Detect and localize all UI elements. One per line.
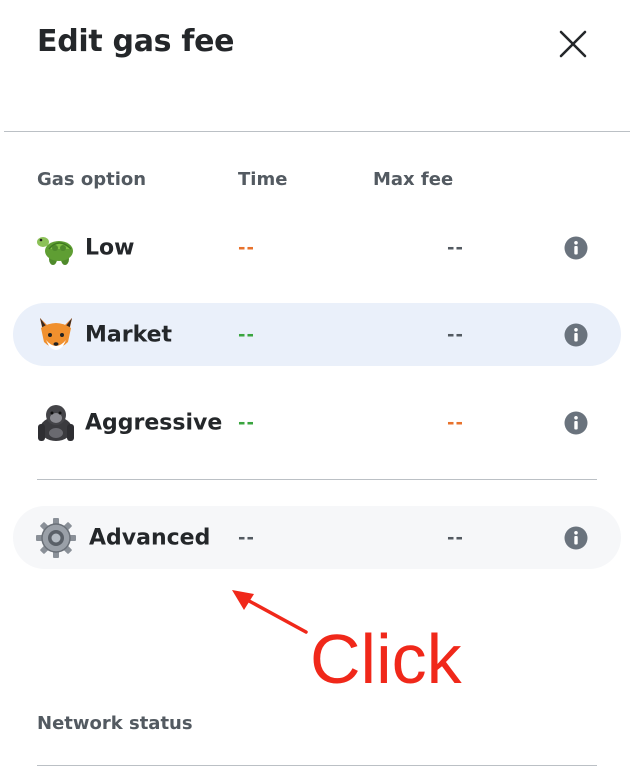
- gas-option-max-fee: --: [447, 412, 464, 433]
- annotation-click-text: Click: [310, 620, 462, 698]
- gas-option-max-fee: --: [447, 527, 464, 548]
- annotation-arrow-icon: [232, 590, 308, 634]
- gas-option-market[interactable]: Market -- --: [13, 303, 621, 366]
- close-icon[interactable]: [556, 27, 590, 61]
- gas-option-name: Low: [85, 235, 135, 260]
- gas-option-name: Advanced: [89, 525, 211, 550]
- gas-option-low[interactable]: Low -- --: [13, 216, 621, 279]
- header-divider: [4, 131, 630, 132]
- fox-icon: [35, 314, 77, 356]
- turtle-icon: [35, 227, 77, 269]
- gorilla-icon: [35, 402, 77, 444]
- gas-option-time: --: [238, 237, 255, 258]
- column-header-gas-option: Gas option: [37, 169, 147, 190]
- info-icon[interactable]: [564, 411, 588, 435]
- gas-option-max-fee: --: [447, 237, 464, 258]
- gas-option-name: Market: [85, 322, 173, 347]
- info-icon[interactable]: [564, 526, 588, 550]
- gear-icon: [35, 517, 77, 559]
- gas-option-time: --: [238, 324, 255, 345]
- column-header-time: Time: [238, 169, 288, 190]
- gas-option-name: Aggressive: [85, 410, 223, 435]
- gas-option-advanced[interactable]: Advanced -- --: [13, 506, 621, 569]
- gas-option-time: --: [238, 527, 255, 548]
- info-icon[interactable]: [564, 323, 588, 347]
- gas-option-aggressive[interactable]: Aggressive -- --: [13, 391, 621, 454]
- bottom-divider: [37, 765, 597, 766]
- section-divider: [37, 479, 597, 480]
- gas-option-max-fee: --: [447, 324, 464, 345]
- network-status-label: Network status: [37, 713, 193, 734]
- column-header-max-fee: Max fee: [373, 169, 454, 190]
- info-icon[interactable]: [564, 236, 588, 260]
- gas-option-time: --: [238, 412, 255, 433]
- page-title: Edit gas fee: [37, 24, 235, 59]
